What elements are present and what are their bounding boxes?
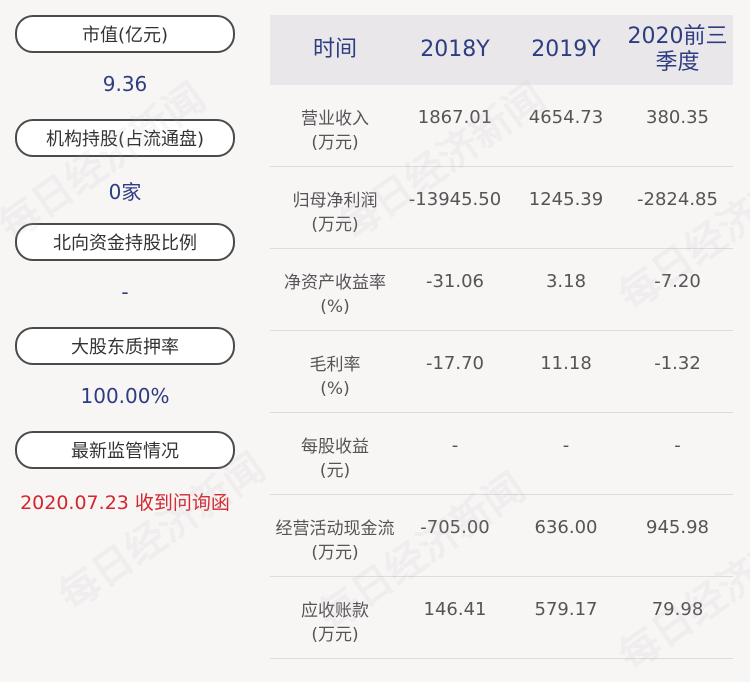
market-cap-label: 市值(亿元) (81, 25, 169, 46)
institution-holding-value: 0家 (108, 180, 142, 204)
header-time: 时间 (312, 37, 357, 62)
cell-2018: -17.70 (425, 353, 485, 374)
row-label-unit: (万元) (311, 215, 359, 235)
cell-2019: 11.18 (540, 353, 592, 374)
cell-2020q3: 945.98 (646, 517, 709, 538)
pledge-ratio-value: 100.00% (80, 384, 170, 408)
cell-2020q3: -2824.85 (637, 189, 718, 210)
summary-panel: 市值(亿元) 9.36 机构持股(占流通盘) 0家 北向资金持股比例 - 大股东… (0, 0, 250, 667)
market-cap-label-pill: 市值(亿元) (15, 15, 235, 53)
northbound-ratio-label-pill: 北向资金持股比例 (15, 223, 235, 261)
cell-2019: 4654.73 (528, 107, 604, 128)
header-2019: 2019Y (531, 37, 601, 62)
regulation-status-label: 最新监管情况 (71, 441, 179, 462)
table-row: 归母净利润 (万元) -13945.50 1245.39 -2824.85 (270, 167, 733, 249)
table-row: 毛利率 (%) -17.70 11.18 -1.32 (270, 331, 733, 413)
pledge-ratio-label-pill: 大股东质押率 (15, 327, 235, 365)
cell-2018: -705.00 (420, 517, 490, 538)
cell-2019: 636.00 (534, 517, 598, 538)
table-row: 应收账款 (万元) 146.41 579.17 79.98 (270, 577, 733, 659)
institution-holding-label-pill: 机构持股(占流通盘) (15, 119, 235, 157)
cell-2018: 1867.01 (417, 107, 493, 128)
cell-2018: -13945.50 (408, 189, 502, 210)
row-label-name: 经营活动现金流 (275, 519, 395, 539)
cell-2020q3: - (674, 435, 681, 456)
market-cap-value: 9.36 (102, 72, 148, 96)
row-label: 毛利率 (%) (270, 331, 400, 401)
table-row: 经营活动现金流 (万元) -705.00 636.00 945.98 (270, 495, 733, 577)
row-label-name: 每股收益 (301, 437, 369, 457)
pledge-ratio-label: 大股东质押率 (71, 337, 179, 358)
row-label-name: 应收账款 (301, 601, 369, 621)
table-row: 营业收入 (万元) 1867.01 4654.73 380.35 (270, 85, 733, 167)
row-label-unit: (%) (320, 379, 350, 399)
table-row: 净资产收益率 (%) -31.06 3.18 -7.20 (270, 249, 733, 331)
northbound-ratio-label: 北向资金持股比例 (53, 233, 197, 254)
cell-2020q3: 380.35 (646, 107, 709, 128)
row-label-name: 毛利率 (309, 355, 361, 375)
cell-2019: 1245.39 (528, 189, 604, 210)
cell-2020q3: -7.20 (654, 271, 701, 292)
row-label: 每股收益 (元) (270, 413, 400, 483)
row-label-unit: (万元) (311, 133, 359, 153)
row-label-unit: (元) (319, 461, 351, 481)
row-label-name: 归母净利润 (292, 191, 378, 211)
row-label: 净资产收益率 (%) (270, 249, 400, 319)
row-label: 经营活动现金流 (万元) (270, 495, 400, 565)
cell-2018: -31.06 (425, 271, 485, 292)
header-2018: 2018Y (420, 37, 490, 62)
row-label: 营业收入 (万元) (270, 85, 400, 155)
cell-2019: 579.17 (534, 599, 598, 620)
row-label-unit: (万元) (311, 625, 359, 645)
institution-holding-label: 机构持股(占流通盘) (45, 129, 205, 150)
table-header: 时间 2018Y 2019Y 2020前三季度 (270, 15, 733, 85)
northbound-ratio-value: - (121, 280, 129, 304)
cell-2018: - (451, 435, 459, 456)
table-row: 每股收益 (元) - - - (270, 413, 733, 495)
header-2020q3: 2020前三季度 (627, 24, 728, 75)
cell-2020q3: -1.32 (654, 353, 701, 374)
cell-2019: 3.18 (545, 271, 587, 292)
row-label: 归母净利润 (万元) (270, 167, 400, 237)
row-label-unit: (%) (320, 297, 350, 317)
row-label-unit: (万元) (311, 543, 359, 563)
cell-2020q3: 79.98 (651, 599, 704, 620)
row-label: 应收账款 (万元) (270, 577, 400, 647)
row-label-name: 营业收入 (301, 109, 369, 129)
financial-table: 时间 2018Y 2019Y 2020前三季度 营业收入 (万元) 1867.01… (270, 15, 733, 659)
regulation-status-label-pill: 最新监管情况 (15, 431, 235, 469)
row-label-name: 净资产收益率 (284, 273, 386, 293)
cell-2018: 146.41 (423, 599, 487, 620)
regulation-status-value: 2020.07.23 收到问询函 (20, 492, 230, 514)
cell-2019: - (562, 435, 570, 456)
